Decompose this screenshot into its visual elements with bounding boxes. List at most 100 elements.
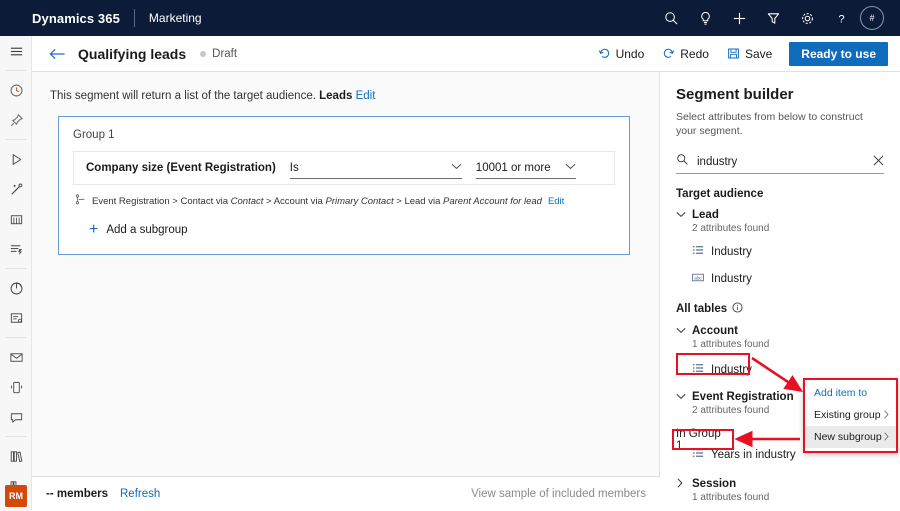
top-navigation-bar: Dynamics 365 Marketing ? #: [0, 0, 900, 36]
rule-row: Company size (Event Registration) Is 100…: [73, 151, 615, 185]
rule-value-text: 10001 or more: [476, 162, 551, 174]
play-icon[interactable]: [0, 144, 32, 174]
gear-icon[interactable]: [790, 0, 824, 36]
save-icon: [727, 47, 740, 60]
context-menu-header: Add item to: [805, 380, 896, 404]
chat-icon[interactable]: [0, 402, 32, 432]
add-subgroup-label: Add a subgroup: [106, 224, 187, 236]
app-name-label: Marketing: [149, 11, 202, 25]
optionset-icon: [692, 243, 704, 261]
tree-group-account[interactable]: Account: [676, 325, 884, 337]
target-audience-label: Target audience: [676, 188, 763, 200]
user-avatar[interactable]: #: [860, 6, 884, 30]
group-title: Group 1: [73, 129, 615, 141]
rule-operator-dropdown[interactable]: Is: [290, 158, 462, 179]
context-menu-item-new-subgroup[interactable]: New subgroup: [805, 426, 896, 448]
search-input[interactable]: industry: [697, 156, 865, 168]
all-tables-header: All tables: [676, 302, 884, 316]
rule-attribute-label: Company size (Event Registration): [86, 162, 276, 174]
save-label: Save: [745, 47, 772, 61]
tree-group-label: Account: [692, 325, 738, 337]
undo-icon: [598, 47, 611, 60]
clock-icon[interactable]: [0, 75, 32, 105]
rule-value-dropdown[interactable]: 10001 or more: [476, 158, 576, 179]
rail-divider: [5, 337, 26, 338]
back-arrow-icon[interactable]: [44, 41, 70, 67]
target-audience-header: Target audience: [676, 188, 884, 200]
all-tables-label: All tables: [676, 303, 727, 315]
add-item-context-menu: Add item to Existing group New subgroup: [803, 378, 898, 453]
rail-divider: [5, 268, 26, 269]
clear-icon[interactable]: [873, 155, 884, 168]
undo-button[interactable]: Undo: [589, 41, 654, 67]
rail-divider: [5, 436, 26, 437]
chevron-down-icon: [565, 162, 576, 174]
plus-icon[interactable]: [722, 0, 756, 36]
ready-to-use-button[interactable]: Ready to use: [789, 42, 888, 66]
left-rail: RM: [0, 36, 32, 511]
chevron-down-icon: [676, 393, 686, 402]
relationship-path-segment: Lead via: [404, 196, 440, 207]
panel-subtitle: Select attributes from below to construc…: [676, 110, 868, 138]
relationship-path-segment: >: [396, 196, 402, 207]
chevron-down-icon: [451, 162, 462, 174]
status-badge: Draft: [212, 48, 237, 60]
redo-button[interactable]: Redo: [653, 41, 718, 67]
attribute-search-box[interactable]: industry: [676, 150, 884, 174]
building-icon[interactable]: [0, 204, 32, 234]
add-subgroup-button[interactable]: + Add a subgroup: [89, 222, 615, 238]
relationship-path-segment: >: [172, 196, 178, 207]
brand-label: Dynamics 365: [0, 11, 120, 26]
relationship-path-text: Event Registration > Contact via Contact…: [92, 196, 542, 207]
status-dot-icon: [200, 51, 206, 57]
phone-icon[interactable]: [0, 372, 32, 402]
relationship-path-row: Event Registration > Contact via Contact…: [73, 194, 615, 208]
svg-text:?: ?: [838, 13, 844, 25]
user-initials-avatar[interactable]: RM: [5, 485, 27, 507]
tree-group-label: Session: [692, 478, 736, 490]
relationship-path-segment: Account via: [274, 196, 323, 207]
pie-chart-icon[interactable]: [0, 273, 32, 303]
attribute-account-industry[interactable]: Industry: [692, 361, 884, 379]
filter-icon[interactable]: [756, 0, 790, 36]
tree-group-count: 1 attributes found: [692, 492, 884, 503]
redo-icon: [662, 47, 675, 60]
info-icon[interactable]: [732, 302, 743, 316]
hamburger-icon[interactable]: [0, 36, 32, 66]
context-menu-item-label: New subgroup: [814, 431, 883, 443]
list-lightning-icon[interactable]: [0, 234, 32, 264]
wand-icon[interactable]: [0, 174, 32, 204]
search-icon[interactable]: [654, 0, 688, 36]
attribute-label: Industry: [711, 246, 752, 258]
tree-group-count: 2 attributes found: [692, 223, 884, 234]
attribute-lead-industry-text[interactable]: abc Industry: [692, 270, 884, 288]
refresh-link[interactable]: Refresh: [120, 488, 160, 500]
save-button[interactable]: Save: [718, 41, 781, 67]
tree-group-session[interactable]: Session: [676, 478, 884, 490]
search-icon: [676, 153, 689, 171]
help-icon[interactable]: ?: [824, 0, 858, 36]
command-bar: Qualifying leads Draft Undo Redo Save Re…: [32, 36, 900, 72]
library-icon[interactable]: [0, 441, 32, 471]
tree-group-count: 1 attributes found: [692, 339, 884, 350]
chevron-right-icon: [883, 410, 890, 421]
document-icon[interactable]: [0, 303, 32, 333]
envelope-icon[interactable]: [0, 342, 32, 372]
chevron-right-icon: [883, 432, 890, 443]
description-edit-link[interactable]: Edit: [356, 90, 376, 102]
segment-canvas: This segment will return a list of the t…: [32, 72, 660, 476]
brand-divider: [134, 9, 135, 27]
relationship-path-edit-link[interactable]: Edit: [548, 196, 564, 207]
svg-text:abc: abc: [694, 276, 702, 281]
attribute-lead-industry-optionset[interactable]: Industry: [692, 243, 884, 261]
lightbulb-icon[interactable]: [688, 0, 722, 36]
view-sample-label[interactable]: View sample of included members: [471, 488, 646, 500]
pin-icon[interactable]: [0, 105, 32, 135]
relationship-icon: [75, 194, 86, 208]
tree-group-lead[interactable]: Lead: [676, 209, 884, 221]
context-menu-item-existing-group[interactable]: Existing group: [805, 404, 896, 426]
tree-group-label: Lead: [692, 209, 719, 221]
app-root: Dynamics 365 Marketing ? #: [0, 0, 900, 511]
chevron-down-icon: [676, 327, 686, 336]
member-count-label: -- members: [46, 488, 108, 500]
